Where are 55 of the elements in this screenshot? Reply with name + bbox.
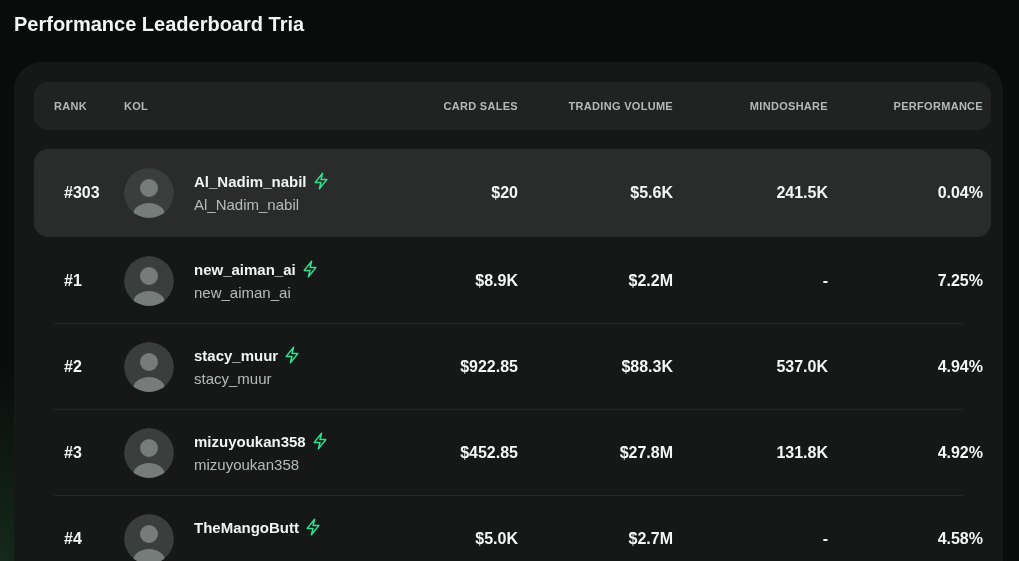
user-avatar-icon (124, 256, 174, 306)
mindoshare-value: 131.8K (776, 444, 828, 462)
performance-value: 4.58% (937, 530, 983, 548)
kol-name[interactable]: mizuyoukan358 (194, 432, 306, 450)
kol-name[interactable]: stacy_muur (194, 346, 279, 364)
lightning-bolt-icon (301, 260, 318, 278)
leaderboard-title: Performance Leaderboard Tria (14, 12, 305, 37)
kol-handle: new_aiman_ai (194, 283, 291, 303)
user-avatar-icon (124, 514, 174, 561)
mindoshare-value: - (822, 530, 828, 548)
kol-handle: mizuyoukan358 (194, 455, 300, 475)
mindoshare-value: 241.5K (776, 184, 828, 202)
card-sales-value: $8.9K (475, 272, 518, 290)
leaderboard-row[interactable]: #3 mizuyoukan358 mizuyoukan358 $452.85 $27.8M 131.8K 4.92% (34, 410, 991, 496)
kol-handle: stacy_muur (194, 369, 272, 389)
kol-name[interactable]: TheMangoButt (194, 518, 299, 536)
card-sales-value: $922.85 (460, 358, 518, 376)
card-sales-value: $20 (491, 184, 518, 202)
leaderboard-row[interactable]: #303 Al_Nadim_nabil Al_Nadim_nabil $20 $5.6K 241.5K 0.04% (34, 149, 991, 237)
trading-volume-value: $2.2M (628, 272, 673, 290)
lightning-bolt-icon (305, 518, 321, 536)
user-avatar-icon (124, 168, 174, 218)
rank-text: #1 (64, 272, 82, 290)
lightning-bolt-icon (312, 172, 329, 190)
performance-value: 7.25% (937, 272, 983, 290)
card-sales-value: $452.85 (460, 444, 518, 462)
column-header: TRADING VOLUME (568, 100, 673, 112)
mindoshare-value: - (822, 272, 828, 290)
trading-volume-value: $2.7M (628, 530, 673, 548)
kol-handle: Al_Nadim_nabil (194, 195, 300, 215)
card-sales-value: $5.0K (475, 530, 518, 548)
leaderboard-row[interactable]: #1 new_aiman_ai new_aiman_ai $8.9K $2.2M - 7.25% (34, 238, 991, 324)
rank-text: #3 (64, 444, 82, 462)
performance-value: 0.04% (937, 184, 983, 202)
user-avatar-icon (124, 428, 174, 478)
rank-text: #4 (64, 530, 82, 548)
trading-volume-value: $27.8M (619, 444, 673, 462)
column-header: KOL (124, 100, 149, 112)
column-header: RANK (54, 100, 87, 112)
trading-volume-value: $5.6K (630, 184, 673, 202)
column-header: MINDOSHARE (749, 100, 828, 112)
column-header: PERFORMANCE (893, 100, 983, 112)
kol-name[interactable]: Al_Nadim_nabil (194, 172, 307, 190)
rank-text: #303 (64, 184, 100, 202)
lightning-bolt-icon (311, 432, 328, 450)
leaderboard-row[interactable]: #2 stacy_muur stacy_muur $922.85 $88.3K 537.0K 4.94% (34, 324, 991, 410)
mindoshare-value: 537.0K (776, 358, 828, 376)
performance-value: 4.92% (937, 444, 983, 462)
performance-value: 4.94% (937, 358, 983, 376)
rank-text: #2 (64, 358, 82, 376)
column-header: CARD SALES (443, 100, 518, 112)
kol-name[interactable]: new_aiman_ai (194, 260, 296, 278)
trading-volume-value: $88.3K (621, 358, 673, 376)
lightning-bolt-icon (284, 346, 301, 364)
user-avatar-icon (124, 342, 174, 392)
